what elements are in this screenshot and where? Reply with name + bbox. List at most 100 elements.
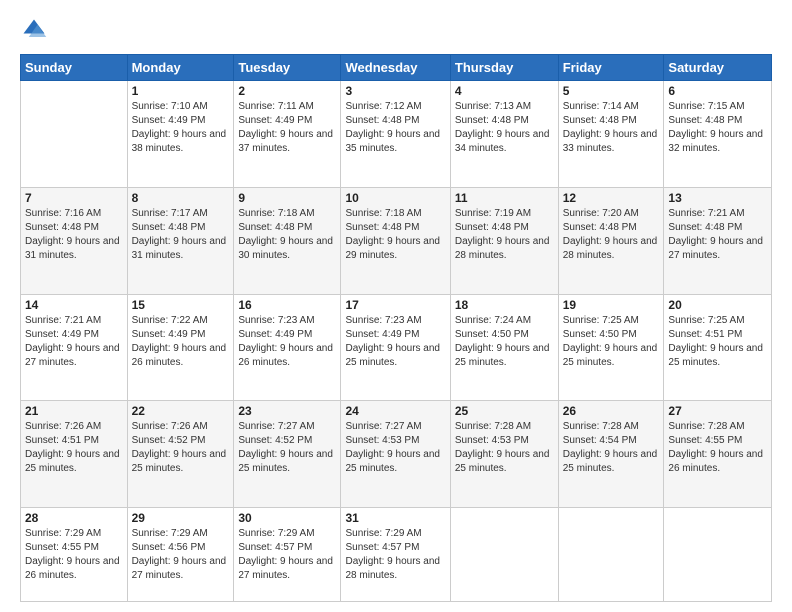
weekday-header-thursday: Thursday <box>450 55 558 81</box>
calendar-cell: 6 Sunrise: 7:15 AMSunset: 4:48 PMDaylight… <box>664 81 772 188</box>
calendar-cell: 8 Sunrise: 7:17 AMSunset: 4:48 PMDaylight… <box>127 187 234 294</box>
day-info: Sunrise: 7:29 AMSunset: 4:57 PMDaylight:… <box>238 527 336 583</box>
calendar-cell: 22 Sunrise: 7:26 AMSunset: 4:52 PMDayligh… <box>127 401 234 508</box>
day-info: Sunrise: 7:27 AMSunset: 4:53 PMDaylight:… <box>345 420 445 476</box>
day-number: 6 <box>668 84 767 98</box>
day-number: 20 <box>668 298 767 312</box>
day-number: 10 <box>345 191 445 205</box>
day-info: Sunrise: 7:21 AMSunset: 4:48 PMDaylight:… <box>668 207 767 263</box>
day-info: Sunrise: 7:14 AMSunset: 4:48 PMDaylight:… <box>563 100 660 156</box>
calendar-cell <box>558 508 664 602</box>
calendar-cell: 11 Sunrise: 7:19 AMSunset: 4:48 PMDayligh… <box>450 187 558 294</box>
calendar-cell: 14 Sunrise: 7:21 AMSunset: 4:49 PMDayligh… <box>21 294 128 401</box>
calendar-cell: 27 Sunrise: 7:28 AMSunset: 4:55 PMDayligh… <box>664 401 772 508</box>
day-number: 14 <box>25 298 123 312</box>
calendar-week-row: 7 Sunrise: 7:16 AMSunset: 4:48 PMDaylight… <box>21 187 772 294</box>
day-number: 11 <box>455 191 554 205</box>
calendar-cell: 13 Sunrise: 7:21 AMSunset: 4:48 PMDayligh… <box>664 187 772 294</box>
logo-icon <box>20 16 48 44</box>
day-number: 28 <box>25 511 123 525</box>
weekday-header-friday: Friday <box>558 55 664 81</box>
day-info: Sunrise: 7:15 AMSunset: 4:48 PMDaylight:… <box>668 100 767 156</box>
day-info: Sunrise: 7:23 AMSunset: 4:49 PMDaylight:… <box>345 314 445 370</box>
day-info: Sunrise: 7:29 AMSunset: 4:57 PMDaylight:… <box>345 527 445 583</box>
calendar-cell: 25Sunrise: 7:28 AMSunset: 4:53 PMDayligh… <box>450 401 558 508</box>
calendar-cell <box>21 81 128 188</box>
calendar-cell: 1Sunrise: 7:10 AMSunset: 4:49 PMDaylight… <box>127 81 234 188</box>
logo <box>20 16 52 44</box>
calendar-cell: 5 Sunrise: 7:14 AMSunset: 4:48 PMDaylight… <box>558 81 664 188</box>
calendar-cell: 29 Sunrise: 7:29 AMSunset: 4:56 PMDayligh… <box>127 508 234 602</box>
day-number: 24 <box>345 404 445 418</box>
day-info: Sunrise: 7:19 AMSunset: 4:48 PMDaylight:… <box>455 207 554 263</box>
calendar-cell: 4 Sunrise: 7:13 AMSunset: 4:48 PMDaylight… <box>450 81 558 188</box>
weekday-header-saturday: Saturday <box>664 55 772 81</box>
day-number: 15 <box>132 298 230 312</box>
day-info: Sunrise: 7:28 AMSunset: 4:53 PMDaylight:… <box>455 420 554 476</box>
calendar-cell: 30 Sunrise: 7:29 AMSunset: 4:57 PMDayligh… <box>234 508 341 602</box>
calendar-cell: 31 Sunrise: 7:29 AMSunset: 4:57 PMDayligh… <box>341 508 450 602</box>
day-info: Sunrise: 7:26 AMSunset: 4:52 PMDaylight:… <box>132 420 230 476</box>
day-info: Sunrise: 7:13 AMSunset: 4:48 PMDaylight:… <box>455 100 554 156</box>
weekday-header-tuesday: Tuesday <box>234 55 341 81</box>
day-info: Sunrise: 7:17 AMSunset: 4:48 PMDaylight:… <box>132 207 230 263</box>
day-info: Sunrise: 7:22 AMSunset: 4:49 PMDaylight:… <box>132 314 230 370</box>
day-number: 13 <box>668 191 767 205</box>
calendar-week-row: 28 Sunrise: 7:29 AMSunset: 4:55 PMDayligh… <box>21 508 772 602</box>
day-number: 3 <box>345 84 445 98</box>
day-info: Sunrise: 7:25 AMSunset: 4:51 PMDaylight:… <box>668 314 767 370</box>
day-info: Sunrise: 7:18 AMSunset: 4:48 PMDaylight:… <box>345 207 445 263</box>
calendar-cell: 2 Sunrise: 7:11 AMSunset: 4:49 PMDaylight… <box>234 81 341 188</box>
day-number: 29 <box>132 511 230 525</box>
day-number: 30 <box>238 511 336 525</box>
day-number: 31 <box>345 511 445 525</box>
day-number: 1 <box>132 84 230 98</box>
day-number: 18 <box>455 298 554 312</box>
day-number: 5 <box>563 84 660 98</box>
calendar-cell: 17 Sunrise: 7:23 AMSunset: 4:49 PMDayligh… <box>341 294 450 401</box>
weekday-header-sunday: Sunday <box>21 55 128 81</box>
day-number: 23 <box>238 404 336 418</box>
day-number: 12 <box>563 191 660 205</box>
day-info: Sunrise: 7:11 AMSunset: 4:49 PMDaylight:… <box>238 100 336 156</box>
calendar-cell: 23Sunrise: 7:27 AMSunset: 4:52 PMDayligh… <box>234 401 341 508</box>
day-number: 4 <box>455 84 554 98</box>
calendar-week-row: 1Sunrise: 7:10 AMSunset: 4:49 PMDaylight… <box>21 81 772 188</box>
day-info: Sunrise: 7:28 AMSunset: 4:54 PMDaylight:… <box>563 420 660 476</box>
day-info: Sunrise: 7:28 AMSunset: 4:55 PMDaylight:… <box>668 420 767 476</box>
day-info: Sunrise: 7:29 AMSunset: 4:56 PMDaylight:… <box>132 527 230 583</box>
calendar-cell: 3 Sunrise: 7:12 AMSunset: 4:48 PMDaylight… <box>341 81 450 188</box>
calendar-week-row: 21Sunrise: 7:26 AMSunset: 4:51 PMDayligh… <box>21 401 772 508</box>
day-number: 16 <box>238 298 336 312</box>
calendar-cell <box>664 508 772 602</box>
day-number: 2 <box>238 84 336 98</box>
calendar-table: SundayMondayTuesdayWednesdayThursdayFrid… <box>20 54 772 602</box>
day-number: 26 <box>563 404 660 418</box>
day-info: Sunrise: 7:29 AMSunset: 4:55 PMDaylight:… <box>25 527 123 583</box>
day-info: Sunrise: 7:18 AMSunset: 4:48 PMDaylight:… <box>238 207 336 263</box>
page: SundayMondayTuesdayWednesdayThursdayFrid… <box>0 0 792 612</box>
day-number: 8 <box>132 191 230 205</box>
calendar-cell: 26 Sunrise: 7:28 AMSunset: 4:54 PMDayligh… <box>558 401 664 508</box>
calendar-cell: 24 Sunrise: 7:27 AMSunset: 4:53 PMDayligh… <box>341 401 450 508</box>
day-number: 17 <box>345 298 445 312</box>
day-number: 21 <box>25 404 123 418</box>
day-info: Sunrise: 7:12 AMSunset: 4:48 PMDaylight:… <box>345 100 445 156</box>
day-info: Sunrise: 7:16 AMSunset: 4:48 PMDaylight:… <box>25 207 123 263</box>
day-info: Sunrise: 7:24 AMSunset: 4:50 PMDaylight:… <box>455 314 554 370</box>
day-info: Sunrise: 7:23 AMSunset: 4:49 PMDaylight:… <box>238 314 336 370</box>
day-number: 19 <box>563 298 660 312</box>
calendar-cell: 28 Sunrise: 7:29 AMSunset: 4:55 PMDayligh… <box>21 508 128 602</box>
calendar-cell: 10 Sunrise: 7:18 AMSunset: 4:48 PMDayligh… <box>341 187 450 294</box>
day-info: Sunrise: 7:21 AMSunset: 4:49 PMDaylight:… <box>25 314 123 370</box>
calendar-cell: 9Sunrise: 7:18 AMSunset: 4:48 PMDaylight… <box>234 187 341 294</box>
day-number: 27 <box>668 404 767 418</box>
day-number: 22 <box>132 404 230 418</box>
weekday-header-wednesday: Wednesday <box>341 55 450 81</box>
calendar-cell: 7 Sunrise: 7:16 AMSunset: 4:48 PMDaylight… <box>21 187 128 294</box>
calendar-cell: 19 Sunrise: 7:25 AMSunset: 4:50 PMDayligh… <box>558 294 664 401</box>
calendar-cell: 18 Sunrise: 7:24 AMSunset: 4:50 PMDayligh… <box>450 294 558 401</box>
calendar-cell: 15 Sunrise: 7:22 AMSunset: 4:49 PMDayligh… <box>127 294 234 401</box>
day-number: 7 <box>25 191 123 205</box>
day-info: Sunrise: 7:25 AMSunset: 4:50 PMDaylight:… <box>563 314 660 370</box>
